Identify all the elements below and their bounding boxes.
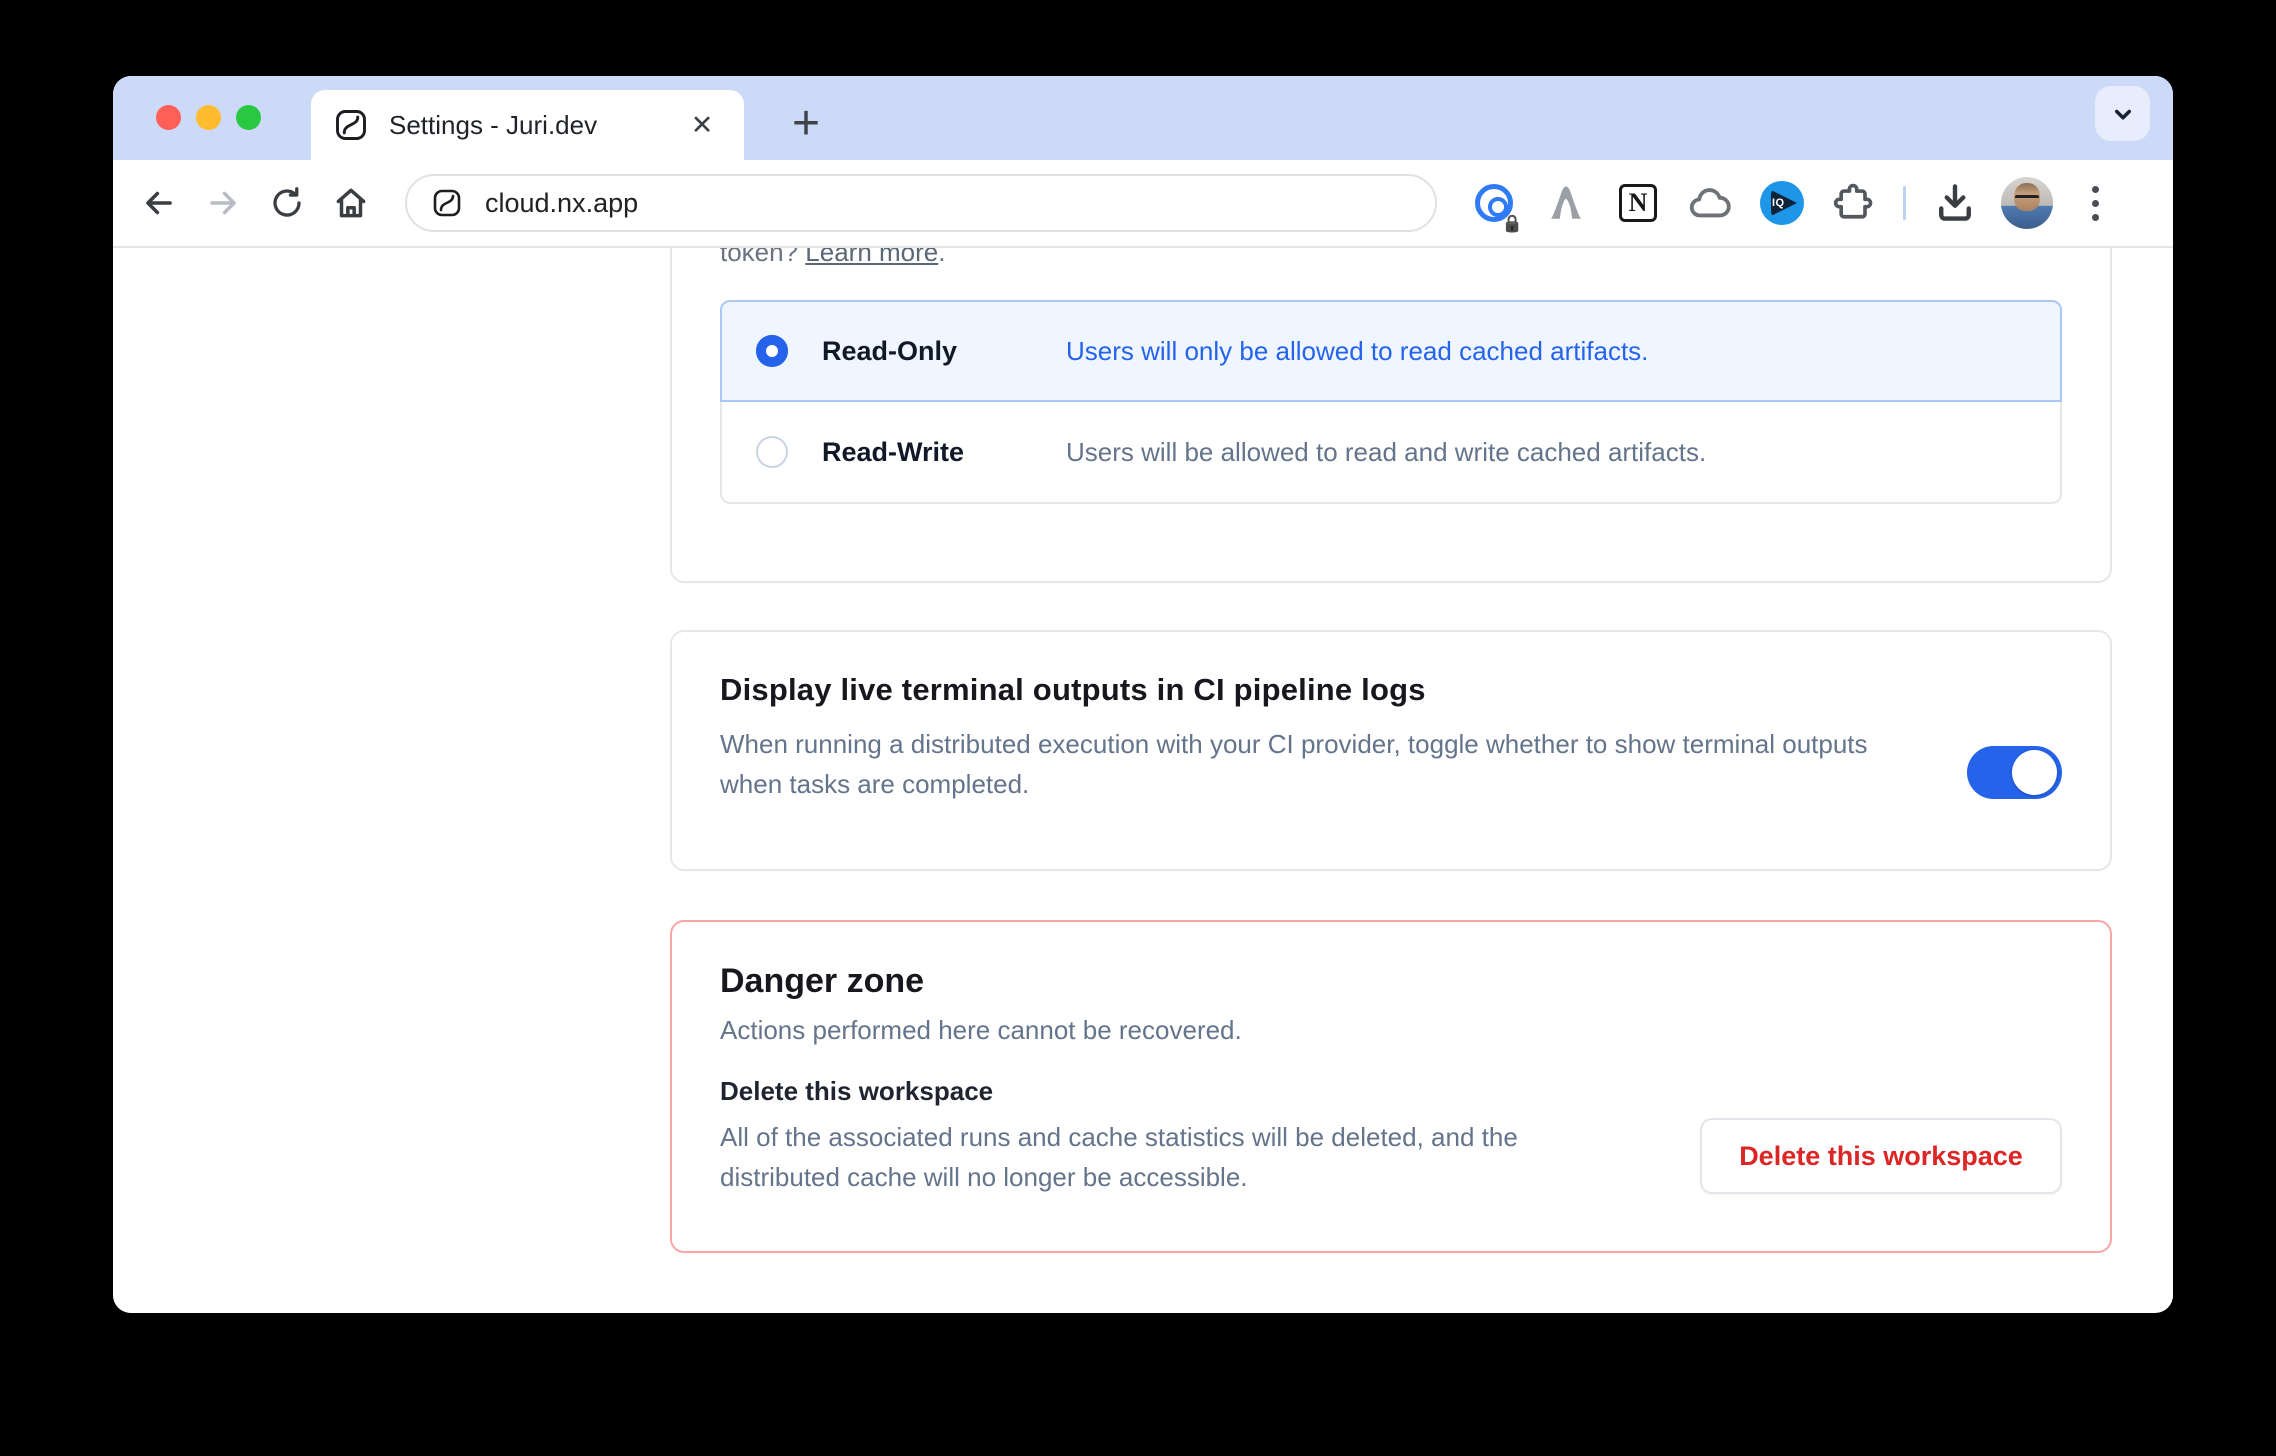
traffic-lights <box>156 105 261 130</box>
lock-icon: 🔒 <box>1502 215 1523 232</box>
nx-cloud-favicon-icon <box>333 107 369 143</box>
browser-window: Settings - Juri.dev ✕ + <box>113 76 2173 1313</box>
delete-workspace-button[interactable]: Delete this workspace <box>1700 1118 2062 1194</box>
terminal-card-description: When running a distributed execution wit… <box>720 724 1930 804</box>
access-row-description: Users will only be allowed to read cache… <box>1066 336 1648 367</box>
radio-unselected-icon[interactable] <box>756 436 788 468</box>
access-row-description: Users will be allowed to read and write … <box>1066 437 1706 468</box>
kebab-menu-icon <box>2092 186 2099 193</box>
access-level-table: Read-Only Users will only be allowed to … <box>720 300 2062 504</box>
play-badge-extension-button[interactable]: IQ <box>1751 172 1813 234</box>
toolbar-divider <box>1903 186 1906 220</box>
access-row-read-only[interactable]: Read-Only Users will only be allowed to … <box>720 300 2062 402</box>
tab-strip: Settings - Juri.dev ✕ + <box>113 76 2173 160</box>
tab-title: Settings - Juri.dev <box>389 110 682 141</box>
site-favicon-icon <box>431 187 463 219</box>
peak-extension-button[interactable] <box>1535 172 1597 234</box>
home-icon <box>332 184 370 222</box>
minimize-window-button[interactable] <box>196 105 221 130</box>
delete-workspace-title: Delete this workspace <box>720 1076 2062 1107</box>
browser-menu-button[interactable] <box>2068 172 2122 234</box>
close-tab-icon[interactable]: ✕ <box>682 110 722 141</box>
forward-arrow-icon <box>204 184 242 222</box>
notion-icon: N <box>1619 184 1657 222</box>
terminal-outputs-toggle[interactable] <box>1967 746 2062 799</box>
downloads-button[interactable] <box>1924 172 1986 234</box>
access-token-card: token? Learn more. Read-Only Users will … <box>670 248 2112 583</box>
access-row-label: Read-Only <box>822 336 1066 367</box>
extensions-menu-button[interactable] <box>1823 172 1885 234</box>
reload-icon <box>269 185 305 221</box>
access-token-help-text: token? Learn more. <box>720 248 2062 272</box>
delete-workspace-description: All of the associated runs and cache sta… <box>720 1117 1600 1197</box>
page-content: token? Learn more. Read-Only Users will … <box>113 248 2173 1311</box>
terminal-outputs-card: Display live terminal outputs in CI pipe… <box>670 630 2112 871</box>
reload-button[interactable] <box>255 171 319 235</box>
address-bar[interactable]: cloud.nx.app <box>405 174 1437 232</box>
new-tab-button[interactable]: + <box>775 92 837 154</box>
puzzle-icon <box>1832 181 1876 225</box>
terminal-card-title: Display live terminal outputs in CI pipe… <box>720 672 2062 708</box>
back-button[interactable] <box>127 171 191 235</box>
cloud-icon <box>1687 180 1733 226</box>
profile-button[interactable] <box>1996 172 2058 234</box>
forward-button[interactable] <box>191 171 255 235</box>
access-row-label: Read-Write <box>822 437 1066 468</box>
play-badge-icon: IQ <box>1760 181 1804 225</box>
onepassword-extension-button[interactable]: 🔒 <box>1463 172 1525 234</box>
maximize-window-button[interactable] <box>236 105 261 130</box>
danger-zone-title: Danger zone <box>720 962 2062 1001</box>
danger-zone-card: Danger zone Actions performed here canno… <box>670 920 2112 1253</box>
cloud-extension-button[interactable] <box>1679 172 1741 234</box>
back-arrow-icon <box>140 184 178 222</box>
chevron-down-icon <box>2108 99 2138 129</box>
home-button[interactable] <box>319 171 383 235</box>
toggle-knob <box>2012 750 2057 795</box>
extension-cluster: 🔒 N IQ <box>1463 172 2122 234</box>
download-icon <box>1933 181 1977 225</box>
notion-extension-button[interactable]: N <box>1607 172 1669 234</box>
browser-toolbar: cloud.nx.app 🔒 N IQ <box>113 160 2173 248</box>
mountain-peak-icon <box>1545 182 1587 224</box>
tab-settings[interactable]: Settings - Juri.dev ✕ <box>311 90 744 160</box>
danger-zone-subtitle: Actions performed here cannot be recover… <box>720 1015 2062 1046</box>
learn-more-link[interactable]: Learn more <box>805 248 938 267</box>
avatar <box>2001 177 2053 229</box>
close-window-button[interactable] <box>156 105 181 130</box>
radio-selected-icon[interactable] <box>756 335 788 367</box>
access-row-read-write[interactable]: Read-Write Users will be allowed to read… <box>720 402 2062 504</box>
tab-search-chevron-button[interactable] <box>2095 86 2150 141</box>
url-text: cloud.nx.app <box>485 188 638 219</box>
